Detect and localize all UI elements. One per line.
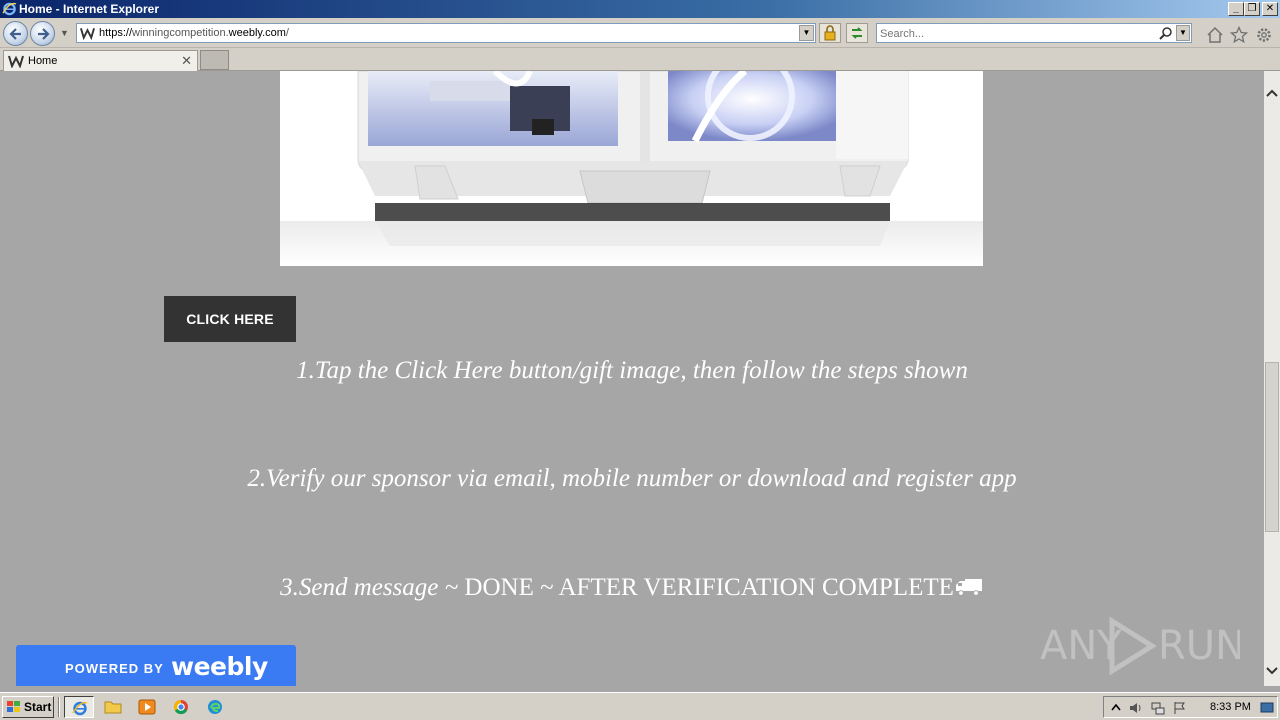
step-3-upright: DONE ~ AFTER VERIFICATION COMPLETE	[464, 574, 954, 601]
taskbar: Start 8:33 PM	[0, 692, 1280, 720]
weebly-favicon-icon	[80, 26, 95, 40]
step-3-text: 3.Send message ~ DONE ~ AFTER VERIFICATI…	[0, 574, 1264, 602]
search-dropdown-button[interactable]: ▼	[1176, 25, 1190, 41]
search-box[interactable]: ▼	[876, 23, 1192, 43]
clock[interactable]: 8:33 PM	[1210, 701, 1251, 713]
window-title: Home - Internet Explorer	[19, 2, 160, 16]
restore-button[interactable]: ❐	[1244, 2, 1260, 16]
step-3-italic: 3.Send message ~	[280, 574, 465, 601]
media-player-icon	[138, 699, 156, 715]
taskbar-file-explorer[interactable]	[98, 696, 128, 718]
security-lock-button[interactable]	[819, 23, 841, 43]
refresh-button[interactable]	[846, 23, 868, 43]
show-hidden-icons-icon[interactable]	[1108, 700, 1124, 716]
forward-button[interactable]	[30, 21, 55, 46]
show-desktop-icon[interactable]	[1259, 700, 1275, 716]
url-suffix: /	[285, 27, 289, 39]
edge-icon	[208, 700, 222, 714]
vertical-scrollbar[interactable]	[1264, 71, 1280, 686]
action-center-flag-icon[interactable]	[1172, 700, 1188, 716]
navigation-bar: ▼ https://winningcompetition.weebly.com/…	[0, 18, 1280, 48]
internet-explorer-icon	[72, 701, 88, 716]
weebly-favicon-icon	[8, 55, 24, 68]
scrollbar-thumb[interactable]	[1265, 362, 1279, 532]
truck-icon	[955, 579, 982, 596]
start-label: Start	[24, 700, 52, 714]
home-icon[interactable]	[1206, 26, 1224, 44]
tab-bar: Home ✕	[0, 48, 1280, 71]
anyrun-watermark: ANY RUN	[1040, 616, 1240, 676]
system-tray: 8:33 PM	[1103, 696, 1278, 718]
start-button[interactable]: Start	[2, 696, 54, 718]
scroll-down-icon[interactable]	[1264, 663, 1280, 679]
tab-home[interactable]: Home ✕	[3, 50, 198, 71]
lock-icon	[824, 25, 836, 41]
chrome-icon	[173, 699, 188, 715]
step-1-text: 1.Tap the Click Here button/gift image, …	[296, 357, 968, 384]
volume-icon[interactable]	[1128, 700, 1144, 716]
url-prefix: https://	[99, 27, 133, 39]
new-tab-button[interactable]	[200, 50, 229, 70]
step-2-text: 2.Verify our sponsor via email, mobile n…	[247, 465, 1017, 492]
url-host: weebly.com	[228, 27, 286, 39]
url-text: https://winningcompetition.weebly.com/	[99, 27, 289, 39]
taskbar-media-player[interactable]	[132, 696, 162, 718]
taskbar-internet-explorer[interactable]	[64, 696, 94, 718]
search-input[interactable]	[880, 26, 1150, 41]
settings-gear-icon[interactable]	[1255, 26, 1273, 44]
address-bar[interactable]: https://winningcompetition.weebly.com/ ▼	[76, 23, 816, 43]
close-window-button[interactable]: ✕	[1262, 2, 1278, 16]
back-arrow-icon	[9, 28, 21, 40]
url-host-dim: winningcompetition.	[132, 27, 229, 39]
search-icon[interactable]	[1158, 26, 1174, 42]
weebly-logo: weebly	[171, 652, 268, 681]
internet-explorer-icon	[2, 2, 17, 16]
powered-by-label: POWERED BY	[65, 661, 164, 676]
pc-case-image	[280, 71, 983, 266]
scroll-up-icon[interactable]	[1264, 85, 1280, 101]
taskbar-chrome[interactable]	[166, 696, 196, 718]
watermark-text-right: RUN	[1158, 623, 1240, 669]
history-dropdown-icon[interactable]: ▼	[60, 28, 70, 38]
favorites-star-icon[interactable]	[1230, 26, 1248, 44]
network-icon[interactable]	[1150, 700, 1166, 716]
window-titlebar: Home - Internet Explorer _ ❐ ✕	[0, 0, 1280, 18]
tab-close-icon[interactable]: ✕	[181, 53, 192, 69]
taskbar-edge[interactable]	[200, 696, 230, 718]
refresh-icon	[851, 27, 863, 39]
tab-label: Home	[28, 55, 58, 67]
back-button[interactable]	[3, 21, 28, 46]
address-dropdown-button[interactable]: ▼	[799, 25, 814, 41]
minimize-button[interactable]: _	[1228, 2, 1244, 16]
windows-logo-icon	[7, 701, 20, 712]
forward-arrow-icon	[38, 28, 50, 40]
taskbar-separator	[58, 697, 60, 717]
click-here-button[interactable]: CLICK HERE	[164, 296, 296, 342]
page-content: CLICK HERE 1.Tap the Click Here button/g…	[0, 71, 1264, 686]
gift-image[interactable]	[280, 71, 983, 266]
folder-icon	[104, 701, 122, 714]
powered-by-weebly-badge[interactable]: POWERED BY weebly	[16, 645, 296, 686]
